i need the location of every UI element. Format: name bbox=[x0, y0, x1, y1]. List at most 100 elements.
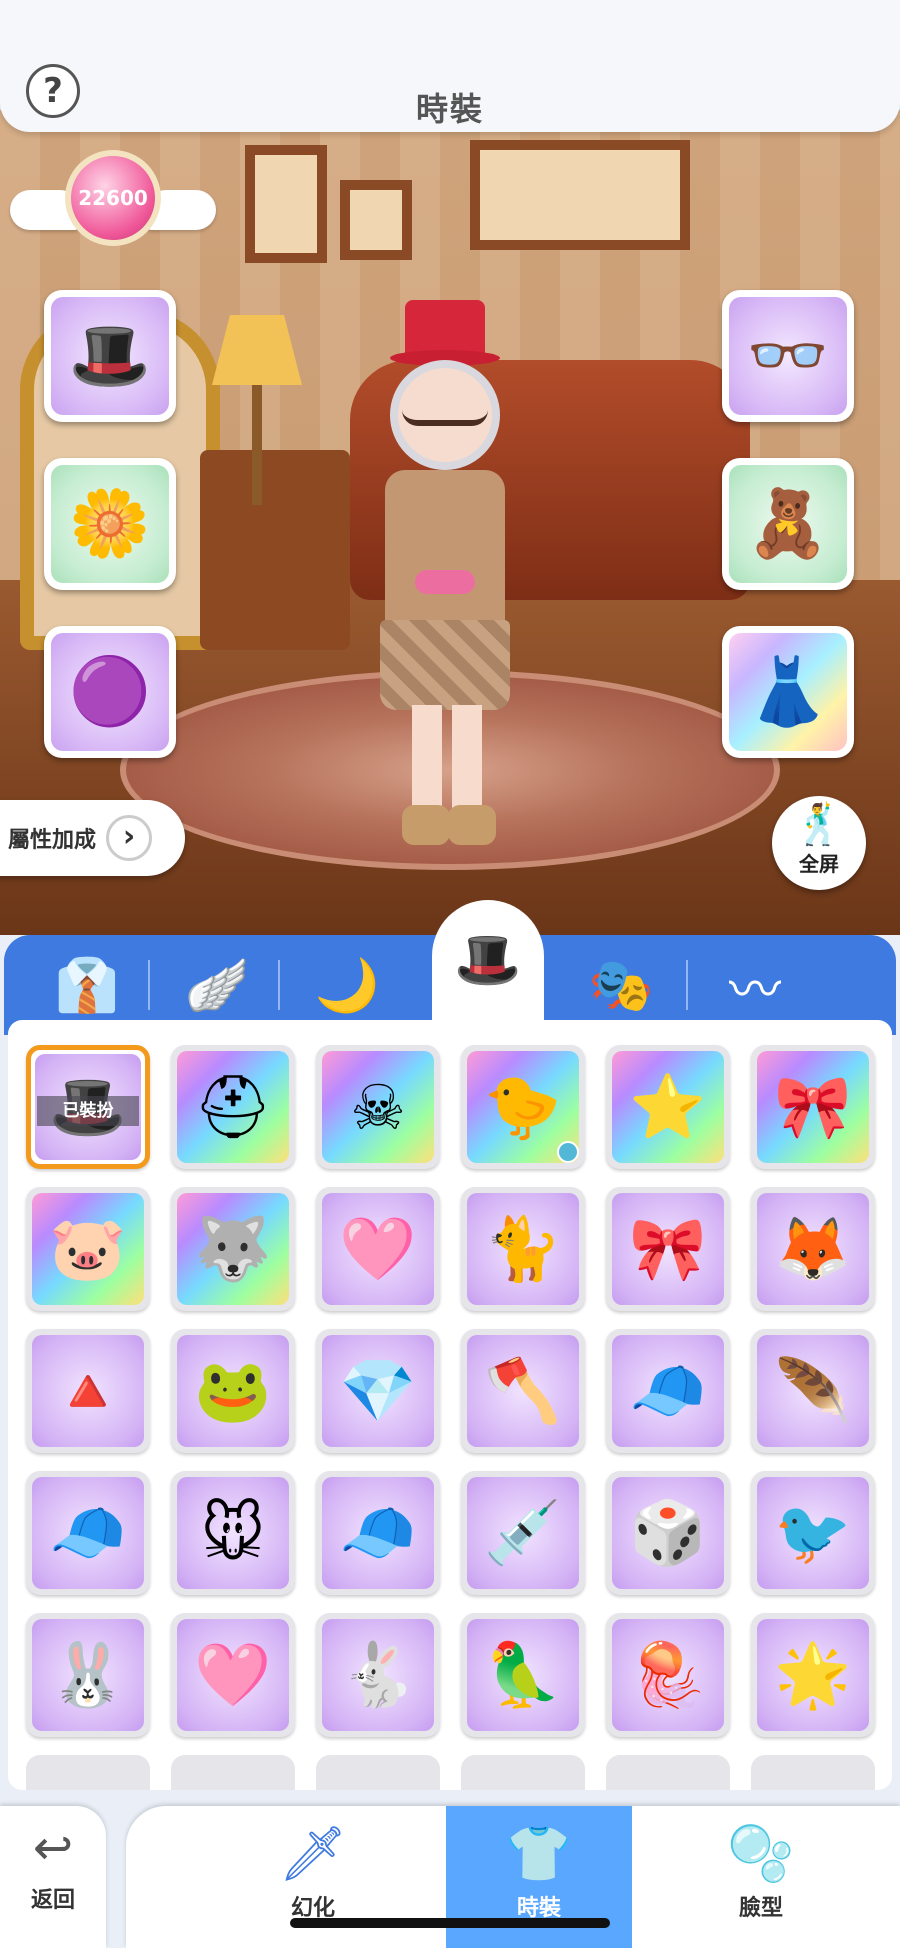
item-pink-drop[interactable]: 🩷 bbox=[171, 1613, 295, 1737]
item-pig[interactable]: 🐷 bbox=[26, 1187, 150, 1311]
character-leg bbox=[412, 705, 442, 815]
red-parrot-icon: 🦜 bbox=[467, 1619, 579, 1731]
item-orange-bird[interactable]: 🐦 bbox=[751, 1471, 875, 1595]
fullscreen-button[interactable]: 🕺 全屏 bbox=[772, 796, 866, 890]
item-axe[interactable]: 🪓 bbox=[461, 1329, 585, 1453]
equipped-slot[interactable]: 👗 bbox=[722, 626, 854, 758]
silver-wreath-icon: 🪶 bbox=[757, 1335, 869, 1447]
item-golden-helmet[interactable]: ⛑ bbox=[171, 1045, 295, 1169]
maid-headband-icon: 🎀 bbox=[612, 1193, 724, 1305]
equipped-slot[interactable]: 🎩 bbox=[44, 290, 176, 422]
fox-mask-icon: 🦊 bbox=[757, 1193, 869, 1305]
currency-display: 22600 bbox=[10, 150, 216, 260]
chef-mouse-icon: 🐭 bbox=[177, 1477, 289, 1589]
home-indicator[interactable] bbox=[290, 1918, 610, 1928]
character-bow bbox=[415, 570, 475, 594]
dice-icon: 🎲 bbox=[612, 1477, 724, 1589]
character-shoe bbox=[448, 805, 496, 845]
picture-frame bbox=[245, 145, 327, 263]
item-straw-hat[interactable]: 🔺 bbox=[26, 1329, 150, 1453]
item-silver-wreath[interactable]: 🪶 bbox=[751, 1329, 875, 1453]
golden-helmet-icon: ⛑ bbox=[177, 1051, 289, 1163]
picture-frame bbox=[340, 180, 412, 260]
chevron-right-icon: › bbox=[106, 815, 153, 861]
tab-divider bbox=[148, 960, 150, 1010]
equipped-badge: 已裝扮 bbox=[37, 1096, 139, 1126]
cat-icon: 🐈 bbox=[467, 1193, 579, 1305]
item-yellow-chick[interactable]: 🐤 bbox=[461, 1045, 585, 1169]
nav-transform-icon: 🗡 bbox=[278, 1822, 348, 1885]
equipped-slot[interactable]: 🧸 bbox=[722, 458, 854, 590]
green-crystal-icon: 💎 bbox=[322, 1335, 434, 1447]
pig-icon: 🐷 bbox=[32, 1193, 144, 1305]
item-frog[interactable]: 🐸 bbox=[171, 1329, 295, 1453]
blue-cap-icon: 🧢 bbox=[322, 1477, 434, 1589]
fez-hat-icon: 🧢 bbox=[612, 1335, 724, 1447]
item-white-lunatic[interactable]: 🐇 bbox=[316, 1613, 440, 1737]
next-row-peek bbox=[26, 1755, 876, 1790]
nightcap-icon: 🌟 bbox=[757, 1619, 869, 1731]
item-pirate-hat[interactable]: ☠ bbox=[316, 1045, 440, 1169]
indicator-dot-icon bbox=[557, 1141, 579, 1163]
nav-face-icon: 🫧 bbox=[727, 1822, 795, 1885]
axe-icon: 🪓 bbox=[467, 1335, 579, 1447]
item-syringe[interactable]: 💉 bbox=[461, 1471, 585, 1595]
tab-clothes[interactable]: 👔 bbox=[22, 935, 152, 1035]
nav-face[interactable]: 🫧 臉型 bbox=[668, 1806, 854, 1948]
item-grid-container[interactable]: 🎩已裝扮⛑ ☠🐤⭐ 🎀 🐷 🐺 🩷 🐈 🎀 🦊 🔺 🐸 💎 🪓 🧢 🪶 🧢 🐭 🧢 💉 🎲 🐦 🐰 🩷 🐇 🦜 🪼 🌟 bbox=[8, 1020, 892, 1790]
tab-tail[interactable]: 🌙 bbox=[282, 935, 412, 1035]
equipped-slot[interactable]: 🟣 bbox=[44, 626, 176, 758]
item-maid-headband[interactable]: 🎀 bbox=[606, 1187, 730, 1311]
tab-headwear[interactable]: 🎩 bbox=[432, 900, 544, 1020]
nav-fashion-icon: 👕 bbox=[505, 1822, 573, 1885]
item-chef-mouse[interactable]: 🐭 bbox=[171, 1471, 295, 1595]
item-jellyfish[interactable]: 🪼 bbox=[606, 1613, 730, 1737]
tab-divider bbox=[686, 960, 688, 1010]
red-top-hat-icon: 🎩 bbox=[51, 297, 169, 415]
picture-frame bbox=[470, 140, 690, 250]
tab-mask[interactable]: 🎭 bbox=[556, 935, 686, 1035]
back-label: 返回 bbox=[30, 1888, 75, 1913]
table-decor bbox=[200, 450, 350, 650]
item-red-top-hat[interactable]: 🎩已裝扮 bbox=[26, 1045, 150, 1169]
item-dice[interactable]: 🎲 bbox=[606, 1471, 730, 1595]
tab-wings[interactable]: 🪽 bbox=[152, 935, 282, 1035]
glasses-icon: 👓 bbox=[729, 297, 847, 415]
item-fez-hat[interactable]: 🧢 bbox=[606, 1329, 730, 1453]
item-green-crystal[interactable]: 💎 bbox=[316, 1329, 440, 1453]
character-body bbox=[385, 470, 505, 630]
page-title: 時裝 bbox=[415, 90, 484, 128]
equipped-slot[interactable]: 👓 bbox=[722, 290, 854, 422]
tab-mouth[interactable]: 〰 bbox=[690, 935, 820, 1035]
item-bunny-ears[interactable]: 🐰 bbox=[26, 1613, 150, 1737]
item-golden-star[interactable]: ⭐ bbox=[606, 1045, 730, 1169]
item-printed-cap[interactable]: 🧢 bbox=[26, 1471, 150, 1595]
fullscreen-label: 全屏 bbox=[799, 852, 839, 876]
item-fox-mask[interactable]: 🦊 bbox=[751, 1187, 875, 1311]
flower-icon: 🌼 bbox=[51, 465, 169, 583]
character-skirt bbox=[380, 620, 510, 710]
character-leg bbox=[452, 705, 482, 815]
item-pink-poring[interactable]: 🩷 bbox=[316, 1187, 440, 1311]
attribute-bonus-button[interactable]: 屬性加成 › bbox=[0, 800, 185, 876]
attribute-bonus-label: 屬性加成 bbox=[8, 828, 97, 853]
straw-hat-icon: 🔺 bbox=[32, 1335, 144, 1447]
item-blue-cap[interactable]: 🧢 bbox=[316, 1471, 440, 1595]
fullscreen-icon: 🕺 bbox=[794, 802, 844, 848]
item-nightcap[interactable]: 🌟 bbox=[751, 1613, 875, 1737]
frog-icon: 🐸 bbox=[177, 1335, 289, 1447]
item-anubis-mask[interactable]: 🐺 bbox=[171, 1187, 295, 1311]
back-button[interactable]: ↩ 返回 bbox=[0, 1806, 106, 1948]
pink-drop-icon: 🩷 bbox=[177, 1619, 289, 1731]
item-red-parrot[interactable]: 🦜 bbox=[461, 1613, 585, 1737]
golden-star-icon: ⭐ bbox=[612, 1051, 724, 1163]
item-cat[interactable]: 🐈 bbox=[461, 1187, 585, 1311]
equipped-slot[interactable]: 🌼 bbox=[44, 458, 176, 590]
syringe-icon: 💉 bbox=[467, 1477, 579, 1589]
white-lunatic-icon: 🐇 bbox=[322, 1619, 434, 1731]
red-panda-icon: 🧸 bbox=[729, 465, 847, 583]
item-grid: 🎩已裝扮⛑ ☠🐤⭐ 🎀 🐷 🐺 🩷 🐈 🎀 🦊 🔺 🐸 💎 🪓 🧢 🪶 🧢 🐭 🧢 💉 🎲 🐦 🐰 🩷 🐇 🦜 🪼 🌟 bbox=[26, 1045, 875, 1737]
item-pink-ribbon[interactable]: 🎀 bbox=[751, 1045, 875, 1169]
nav-face-label: 臉型 bbox=[738, 1896, 783, 1921]
player-character[interactable] bbox=[340, 300, 560, 860]
